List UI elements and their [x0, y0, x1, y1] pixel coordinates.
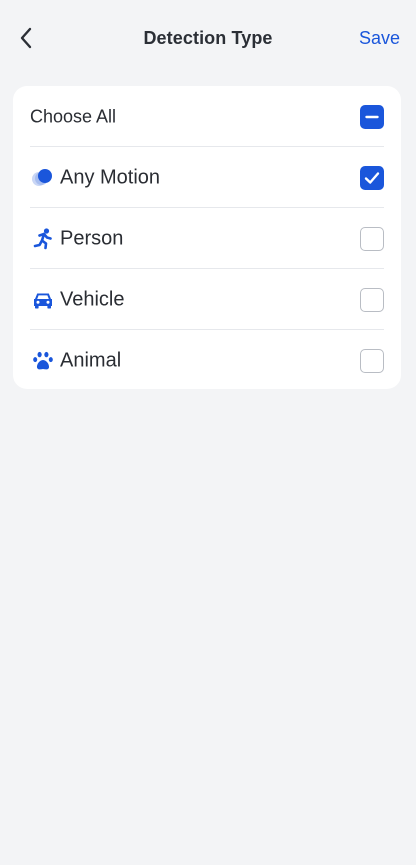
checkmark-icon: [364, 171, 380, 184]
paw-icon: [30, 348, 56, 374]
car-icon: [30, 287, 56, 313]
any-motion-label: Any Motion: [60, 166, 161, 188]
any-motion-checkbox[interactable]: [360, 165, 384, 190]
person-row[interactable]: Person: [13, 208, 401, 269]
animal-label: Animal: [60, 349, 122, 371]
header: Detection Type Save: [0, 0, 416, 78]
choose-all-checkbox[interactable]: [360, 104, 384, 129]
animal-row[interactable]: Animal: [13, 330, 401, 391]
vehicle-row[interactable]: Vehicle: [13, 269, 401, 330]
person-checkbox[interactable]: [360, 226, 384, 251]
detection-type-list: Choose All Any Motion Person Vehicle Ani…: [13, 86, 401, 389]
motion-icon: [30, 165, 56, 191]
vehicle-checkbox[interactable]: [360, 287, 384, 312]
page-title: Detection Type: [143, 28, 273, 48]
running-person-icon: [30, 226, 56, 252]
vehicle-label: Vehicle: [60, 288, 125, 310]
choose-all-row[interactable]: Choose All: [13, 86, 401, 147]
minus-icon: [365, 115, 379, 118]
any-motion-row[interactable]: Any Motion: [13, 147, 401, 208]
save-button[interactable]: Save: [359, 28, 400, 49]
person-label: Person: [60, 227, 124, 249]
choose-all-label: Choose All: [30, 106, 117, 126]
animal-checkbox[interactable]: [360, 348, 384, 373]
